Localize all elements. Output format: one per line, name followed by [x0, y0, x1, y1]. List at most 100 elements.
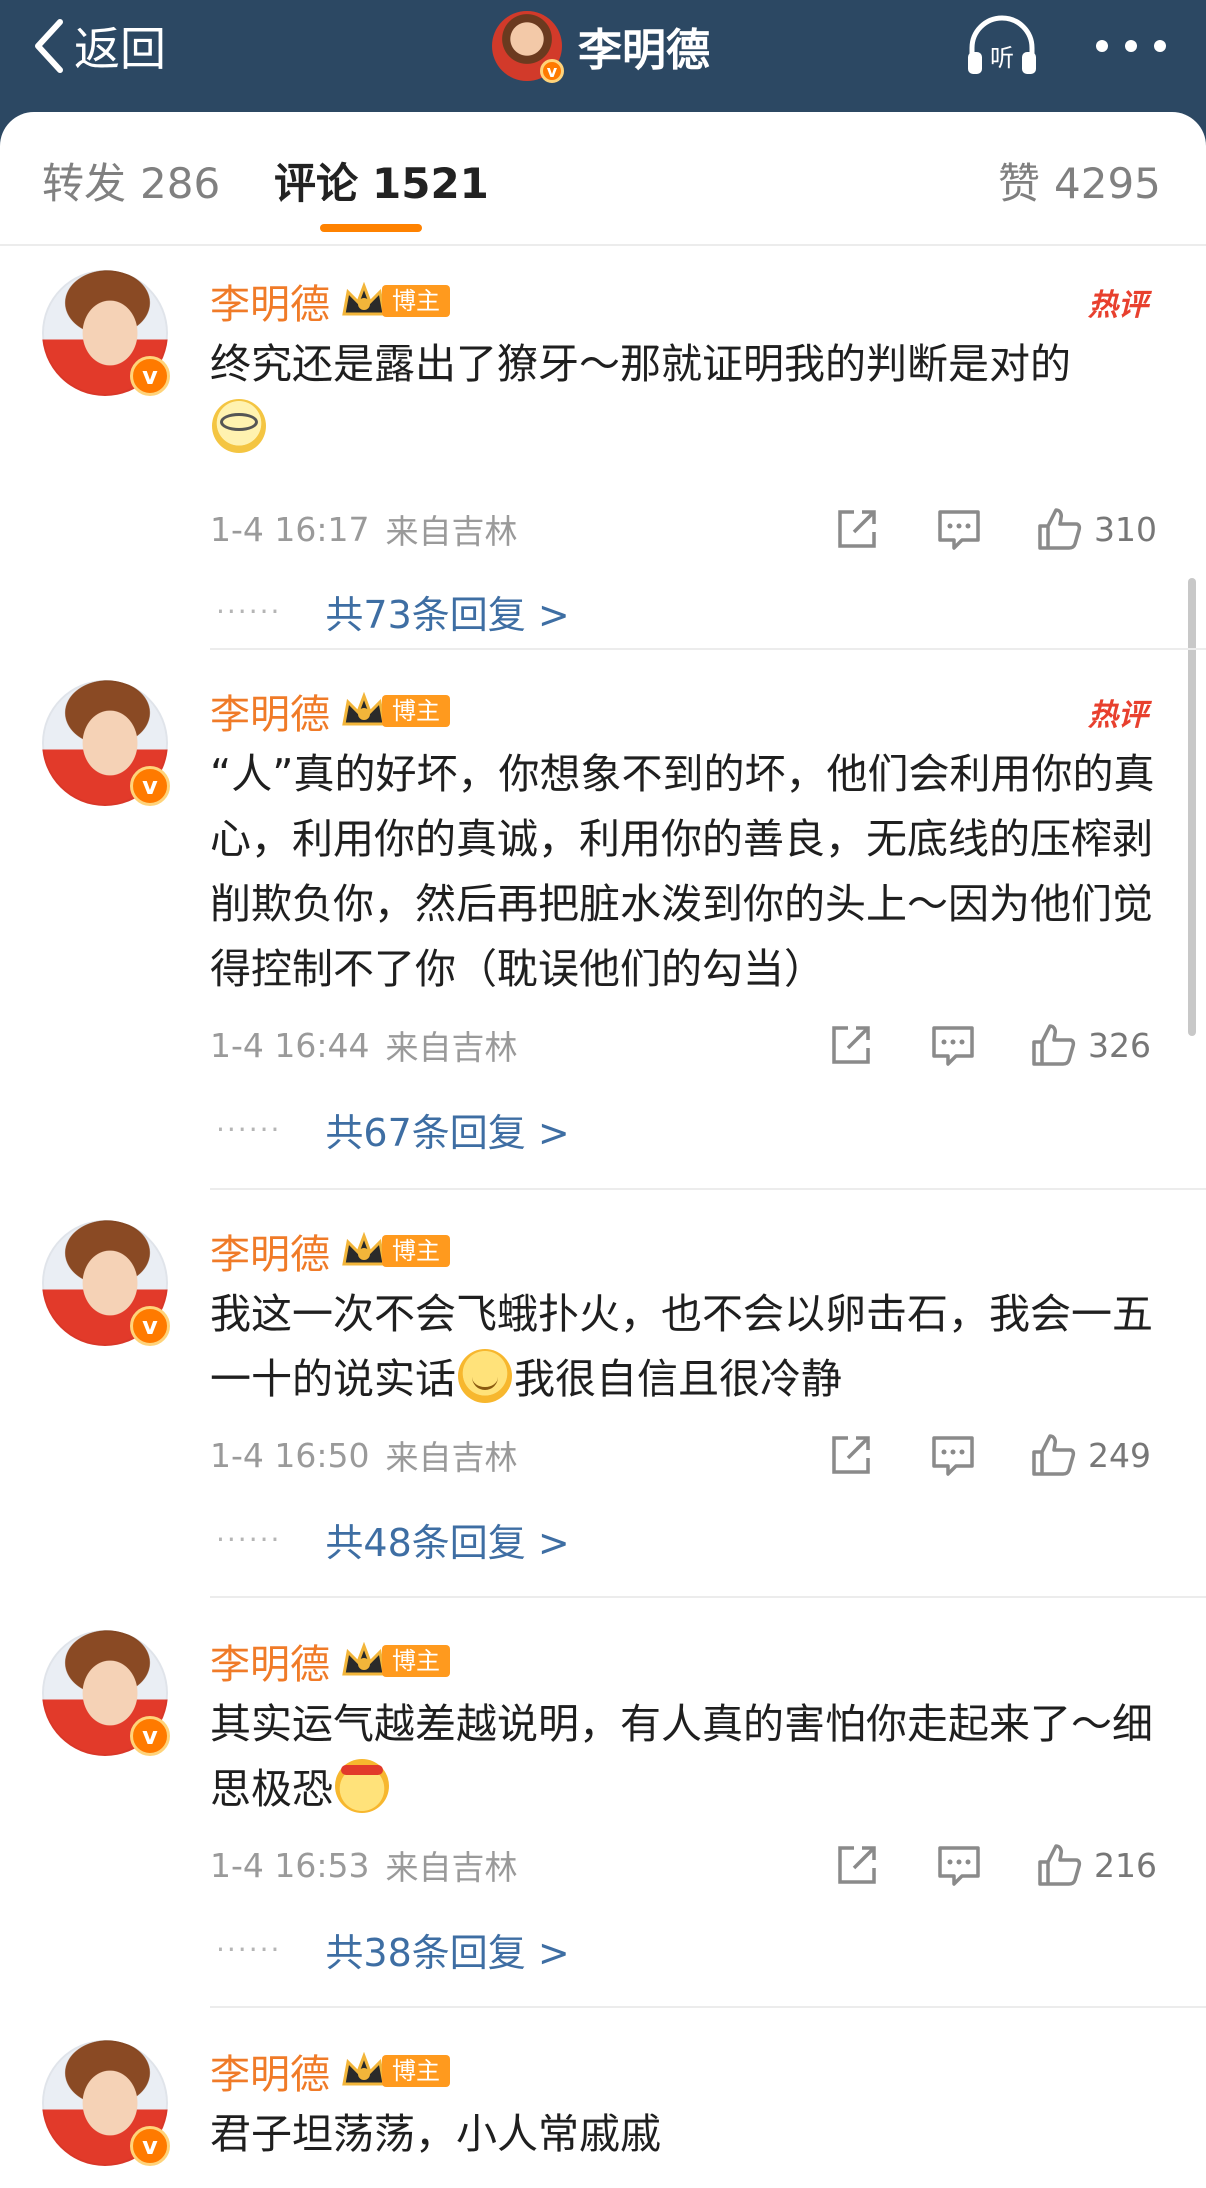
reply-dots-icon: ······: [216, 594, 282, 628]
verified-badge-icon: v: [130, 1716, 170, 1756]
blogger-tag: 博主: [382, 285, 450, 317]
headphones-listen-icon[interactable]: 听: [964, 14, 1040, 78]
back-button[interactable]: 返回: [32, 14, 166, 78]
crown-icon: [342, 1232, 386, 1266]
share-icon[interactable]: [834, 1842, 880, 1888]
blogger-tag: 博主: [382, 2055, 450, 2087]
hot-comment-badge: 热评: [1088, 698, 1148, 733]
share-icon[interactable]: [828, 1432, 874, 1478]
comment-header: 李明德 博主: [210, 686, 450, 738]
tab-likes-label: 赞: [998, 159, 1041, 208]
avatar[interactable]: v: [42, 680, 170, 806]
avatar[interactable]: v: [42, 1220, 170, 1346]
tab-likes-count: 4295: [1054, 159, 1161, 208]
tab-bar: 转发 286 评论 1521 赞 4295: [0, 112, 1206, 246]
comment-location: 来自吉林: [385, 512, 518, 551]
comment-time: 1-4 16:50: [210, 1435, 370, 1475]
reply-count-text: 共73条回复 >: [325, 592, 570, 637]
more-dot-icon: [1154, 40, 1166, 52]
comment-meta: 1-4 16:50 来自吉林: [210, 1430, 518, 1480]
reply-count-text: 共67条回复 >: [325, 1110, 570, 1155]
view-replies-link[interactable]: ······ 共73条回复 >: [216, 586, 570, 637]
thumbs-up-icon[interactable]: [1036, 506, 1082, 552]
comment-meta: 1-4 16:17 来自吉林: [210, 504, 518, 554]
comment-actions: 216: [834, 1840, 1157, 1890]
comment-actions: 249: [828, 1430, 1151, 1480]
comment-location: 来自吉林: [385, 1848, 518, 1887]
verified-badge-icon: v: [130, 1306, 170, 1346]
comment-text: “人”真的好坏，你想象不到的坏，他们会利用你的真心，利用你的真诚，利用你的善良，…: [210, 750, 1155, 993]
comment-time: 1-4 16:44: [210, 1025, 370, 1065]
more-dot-icon: [1125, 40, 1137, 52]
crown-badge: 博主: [340, 692, 450, 730]
comment-time: 1-4 16:17: [210, 509, 370, 549]
hot-comment-badge: 热评: [1088, 288, 1148, 323]
comment-icon[interactable]: [936, 506, 982, 552]
crown-icon: [342, 1642, 386, 1676]
crown-badge: 博主: [340, 282, 450, 320]
tab-repost-label: 转发: [42, 159, 127, 208]
comment-author[interactable]: 李明德: [210, 272, 330, 330]
tab-likes[interactable]: 赞 4295: [998, 150, 1161, 211]
view-replies-link[interactable]: ······ 共67条回复 >: [216, 1104, 570, 1155]
like-count: 216: [1094, 1845, 1157, 1885]
comment-time: 1-4 16:53: [210, 1845, 370, 1885]
crown-badge: 博主: [340, 1642, 450, 1680]
active-tab-indicator: [320, 224, 422, 232]
comment-text: 终究还是露出了獠牙～那就证明我的判断是对的: [210, 332, 1160, 462]
blogger-tag: 博主: [382, 1235, 450, 1267]
blogger-tag: 博主: [382, 695, 450, 727]
comment-author[interactable]: 李明德: [210, 1222, 330, 1280]
comment-author[interactable]: 李明德: [210, 2042, 330, 2100]
like-count: 326: [1088, 1025, 1151, 1065]
avatar[interactable]: v: [42, 2040, 170, 2166]
verified-badge-icon: v: [130, 766, 170, 806]
chevron-left-icon: [35, 19, 63, 73]
tab-comments[interactable]: 评论 1521: [274, 150, 489, 211]
reply-count-text: 共48条回复 >: [325, 1520, 570, 1565]
like-count: 249: [1088, 1435, 1151, 1475]
header-profile[interactable]: v 李明德: [492, 6, 710, 86]
like-count: 310: [1094, 509, 1157, 549]
view-replies-link[interactable]: ······ 共38条回复 >: [216, 1924, 570, 1975]
share-icon[interactable]: [828, 1022, 874, 1068]
tab-repost[interactable]: 转发 286: [42, 150, 220, 211]
avatar[interactable]: v: [42, 270, 170, 396]
fighting-emoji-icon: [335, 1759, 389, 1813]
header-avatar[interactable]: v: [492, 11, 564, 83]
comment-header: 李明德 博主: [210, 276, 450, 328]
crown-badge: 博主: [340, 1232, 450, 1270]
avatar[interactable]: v: [42, 1630, 170, 1756]
view-replies-link[interactable]: ······ 共48条回复 >: [216, 1514, 570, 1565]
divider: [210, 2006, 1206, 2008]
verified-badge-icon: v: [130, 2126, 170, 2166]
comment-location: 来自吉林: [385, 1028, 518, 1067]
glasses-emoji-icon: [212, 399, 266, 453]
back-label: 返回: [74, 22, 166, 76]
comment-author[interactable]: 李明德: [210, 1632, 330, 1690]
comment-author[interactable]: 李明德: [210, 682, 330, 740]
crown-icon: [342, 692, 386, 726]
thumbs-up-icon[interactable]: [1030, 1432, 1076, 1478]
share-icon[interactable]: [834, 506, 880, 552]
thumbs-up-icon[interactable]: [1036, 1842, 1082, 1888]
comment-header: 李明德 博主: [210, 1636, 450, 1688]
divider: [210, 648, 1206, 650]
comment-text: 我这一次不会飞蛾扑火，也不会以卵击石，我会一五一十的说实话 我很自信且很冷静: [210, 1282, 1160, 1412]
comment-header: 李明德 博主: [210, 1226, 450, 1278]
verified-badge-icon: v: [130, 356, 170, 396]
more-options-button[interactable]: [1096, 28, 1166, 64]
thumbs-up-icon[interactable]: [1030, 1022, 1076, 1068]
tab-repost-count: 286: [140, 159, 221, 208]
verified-badge-icon: v: [540, 59, 564, 83]
crown-badge: 博主: [340, 2052, 450, 2090]
comment-icon[interactable]: [930, 1022, 976, 1068]
reply-dots-icon: ······: [216, 1522, 282, 1556]
comment-meta: 1-4 16:53 来自吉林: [210, 1840, 518, 1890]
comment-text: 其实运气越差越说明，有人真的害怕你走起来了～细思极恐: [210, 1692, 1160, 1822]
comment-icon[interactable]: [936, 1842, 982, 1888]
reply-count-text: 共38条回复 >: [325, 1930, 570, 1975]
comment-icon[interactable]: [930, 1432, 976, 1478]
scrollbar[interactable]: [1188, 578, 1196, 1036]
comment-header: 李明德 博主: [210, 2046, 450, 2098]
